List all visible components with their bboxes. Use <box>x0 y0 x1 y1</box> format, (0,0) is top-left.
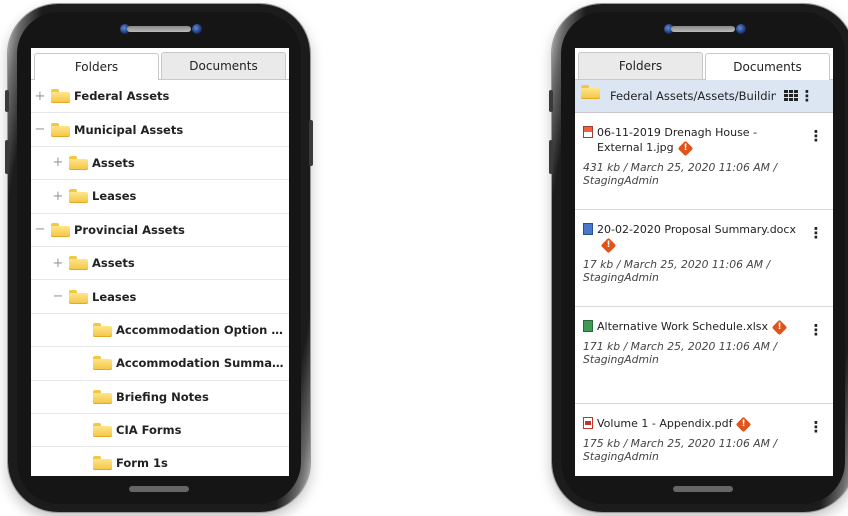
volume-up-button <box>5 90 9 112</box>
tree-item-label: Assets <box>92 256 135 271</box>
left-phone: Folders Documents + Federal Assets − Munici… <box>5 4 313 512</box>
left-screen: Folders Documents + Federal Assets − Munici… <box>31 48 289 476</box>
folder-icon <box>69 155 88 170</box>
volume-down-button <box>549 140 553 174</box>
document-list: 06-11-2019 Drenagh House - External 1.jp… <box>575 113 833 476</box>
sensor-icon <box>736 24 746 34</box>
tree-item-label: Briefing Notes <box>116 389 209 404</box>
tree-item[interactable]: CIA Forms <box>31 414 289 448</box>
tree-item-label: Provincial Assets <box>74 222 185 237</box>
folder-icon <box>69 289 88 304</box>
folder-icon <box>69 189 88 204</box>
more-vertical-icon[interactable]: ⋮ <box>807 226 825 241</box>
xlsx-file-icon <box>583 320 593 332</box>
document-name[interactable]: 06-11-2019 Drenagh House - External 1.jp… <box>597 126 757 154</box>
collapse-icon[interactable]: − <box>33 122 47 137</box>
pdf-file-icon <box>583 417 593 429</box>
tree-item-label: CIA Forms <box>116 423 182 438</box>
tree-item-label: Municipal Assets <box>74 122 184 137</box>
folder-icon <box>51 122 70 137</box>
tab-documents[interactable]: Documents <box>161 52 286 79</box>
folder-icon <box>69 256 88 271</box>
tab-bar: Folders Documents <box>31 48 289 80</box>
more-vertical-icon[interactable]: ⋮ <box>807 129 825 144</box>
folder-icon <box>93 356 112 371</box>
right-screen: Folders Documents Federal Assets/Assets/… <box>575 48 833 476</box>
tab-folders[interactable]: Folders <box>578 52 703 79</box>
right-phone: Folders Documents Federal Assets/Assets/… <box>549 4 848 512</box>
volume-down-button <box>5 140 9 174</box>
tree-item[interactable]: + Federal Assets <box>31 80 289 114</box>
expand-icon[interactable]: + <box>51 155 65 170</box>
tree-item[interactable]: − Leases <box>31 280 289 314</box>
document-name[interactable]: 20-02-2020 Proposal Summary.docx <box>597 223 796 236</box>
folder-icon <box>51 222 70 237</box>
speaker-grille <box>127 26 191 32</box>
tree-item[interactable]: Form 1s <box>31 447 289 476</box>
warning-icon <box>600 237 617 253</box>
tree-item[interactable]: − Municipal Assets <box>31 113 289 147</box>
folder-path: Federal Assets/Assets/Building <box>610 89 776 103</box>
jpg-file-icon <box>583 126 593 138</box>
tree-item-label: Assets <box>92 155 135 170</box>
tree-item-label: Form 1s <box>116 456 168 471</box>
collapse-icon[interactable]: − <box>51 289 65 304</box>
tree-item[interactable]: Accommodation Option R... <box>31 314 289 348</box>
tree-item[interactable]: − Provincial Assets <box>31 214 289 247</box>
collapse-icon[interactable]: − <box>33 222 47 237</box>
speaker-grille <box>671 26 735 32</box>
folder-tree: + Federal Assets − Municipal Assets + Assets +… <box>31 80 289 476</box>
folder-icon <box>93 389 112 404</box>
document-meta: 171 kb / March 25, 2020 11:06 AM / Stagi… <box>583 340 778 366</box>
warning-icon <box>736 416 752 432</box>
tree-item[interactable]: + Leases <box>31 180 289 214</box>
document-meta: 17 kb / March 25, 2020 11:06 AM / Stagin… <box>583 258 771 284</box>
tree-item-label: Federal Assets <box>74 89 170 104</box>
more-vertical-icon[interactable]: ⋮ <box>798 88 816 104</box>
warning-icon <box>771 319 788 335</box>
folder-icon <box>93 322 112 337</box>
folder-icon <box>581 85 600 99</box>
document-item[interactable]: 06-11-2019 Drenagh House - External 1.jp… <box>575 113 833 210</box>
volume-up-button <box>549 90 553 112</box>
document-item[interactable]: 20-02-2020 Proposal Summary.docx 17 kb / … <box>575 210 833 307</box>
document-item[interactable]: Alternative Work Schedule.xlsx 171 kb / M… <box>575 307 833 404</box>
tree-item[interactable]: + Assets <box>31 247 289 281</box>
expand-icon[interactable]: + <box>33 89 47 104</box>
folder-path-bar: Federal Assets/Assets/Building ⋮ <box>575 80 833 113</box>
document-meta: 431 kb / March 25, 2020 11:06 AM / Stagi… <box>583 161 778 187</box>
docx-file-icon <box>583 223 593 235</box>
expand-icon[interactable]: + <box>51 256 65 271</box>
more-vertical-icon[interactable]: ⋮ <box>807 323 825 338</box>
tree-item[interactable]: Briefing Notes <box>31 381 289 414</box>
tab-documents[interactable]: Documents <box>705 53 830 80</box>
tree-item-label: Accommodation Option R... <box>116 322 289 337</box>
document-name[interactable]: Volume 1 - Appendix.pdf <box>597 417 732 430</box>
tab-folders[interactable]: Folders <box>34 53 159 80</box>
tab-bar: Folders Documents <box>575 48 833 80</box>
grid-view-icon[interactable] <box>784 89 798 103</box>
power-button <box>309 120 313 166</box>
tree-item-label: Leases <box>92 189 137 204</box>
home-indicator <box>673 486 733 492</box>
tree-item[interactable]: Accommodation Summary... <box>31 347 289 381</box>
folder-icon <box>51 89 70 104</box>
tree-item-label: Accommodation Summary... <box>116 356 289 371</box>
folder-icon <box>93 423 112 438</box>
document-name[interactable]: Alternative Work Schedule.xlsx <box>597 320 768 333</box>
home-indicator <box>129 486 189 492</box>
folder-icon <box>93 456 112 471</box>
warning-icon <box>677 140 693 156</box>
expand-icon[interactable]: + <box>51 189 65 204</box>
more-vertical-icon[interactable]: ⋮ <box>807 420 825 435</box>
tree-item[interactable]: + Assets <box>31 147 289 181</box>
document-meta: 175 kb / March 25, 2020 11:06 AM / Stagi… <box>583 437 778 463</box>
tree-item-label: Leases <box>92 289 137 304</box>
sensor-icon <box>192 24 202 34</box>
document-item[interactable]: Volume 1 - Appendix.pdf 175 kb / March 25… <box>575 404 833 476</box>
